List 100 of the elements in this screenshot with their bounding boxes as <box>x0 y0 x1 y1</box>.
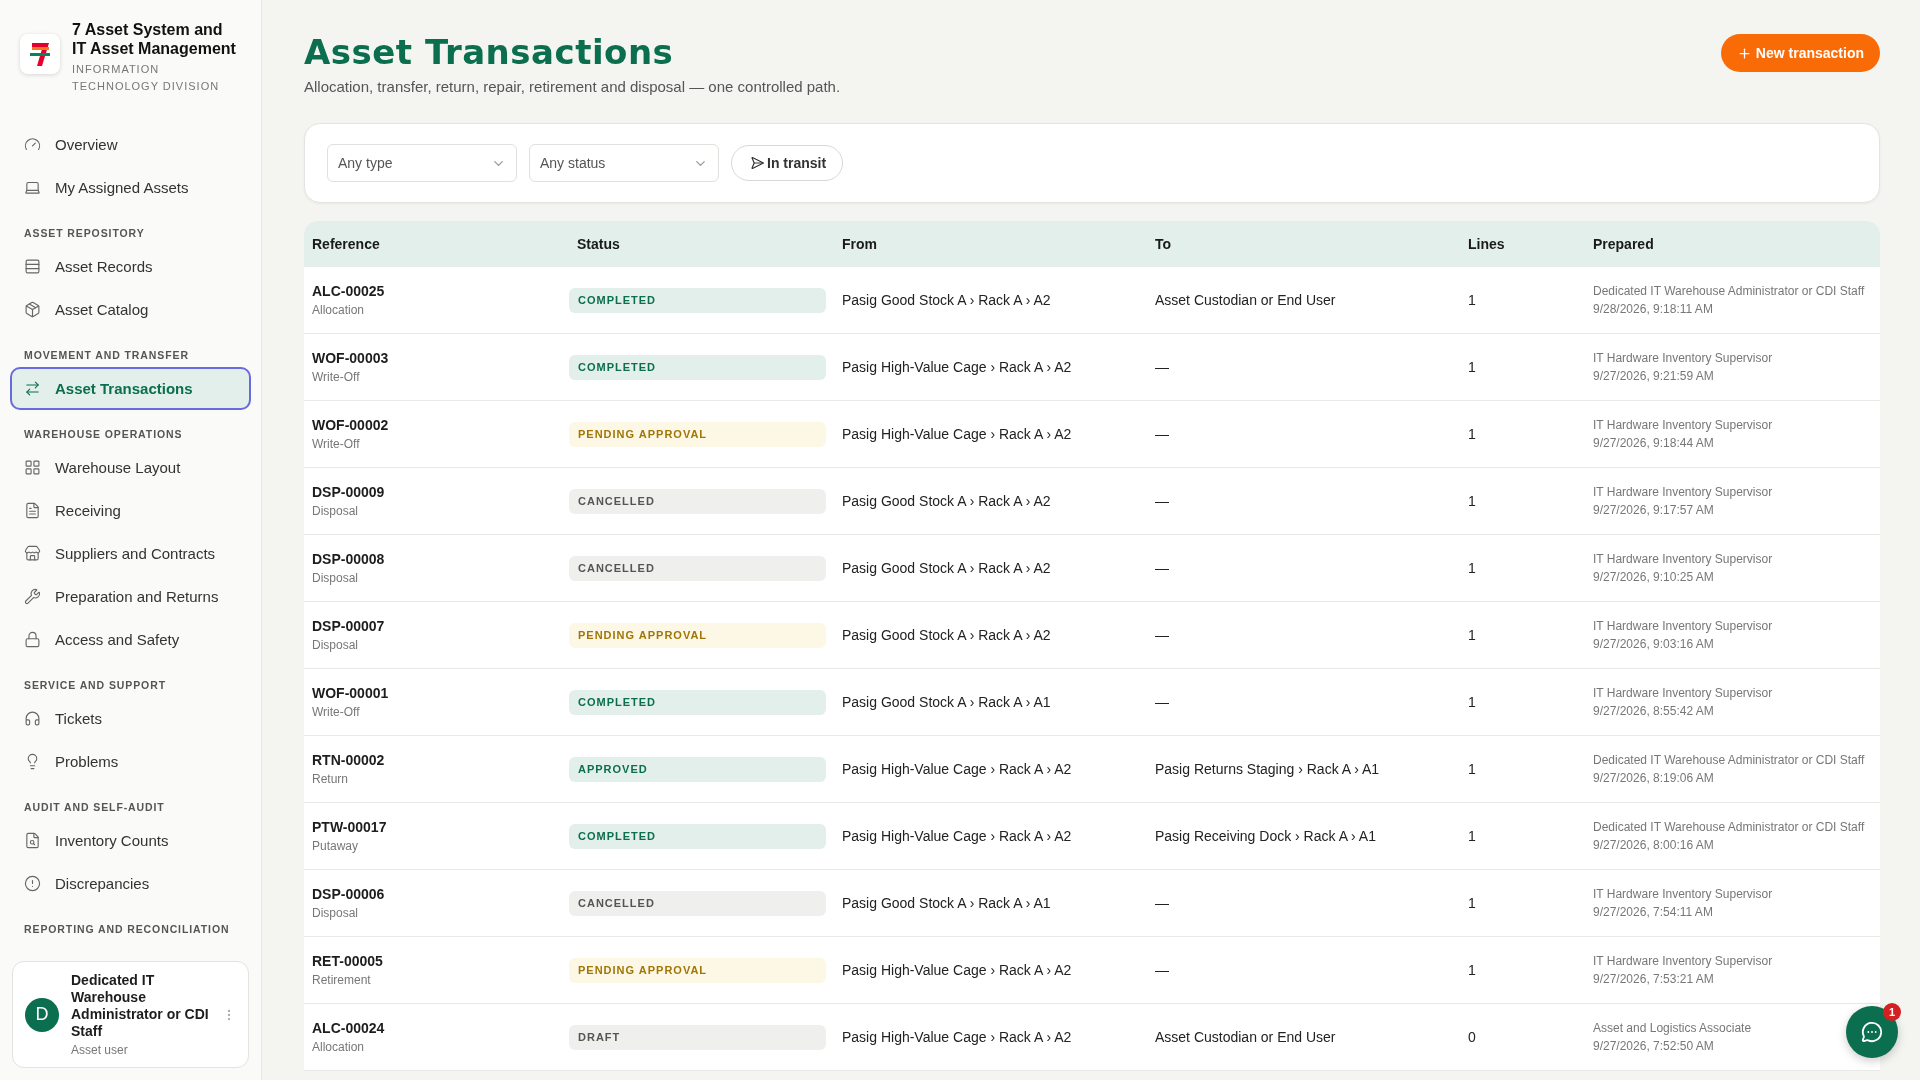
nav-item[interactable]: My Assigned Assets <box>10 166 251 209</box>
column-header: Reference <box>311 236 381 252</box>
type-text: Write-Off <box>312 370 361 384</box>
wrench-icon <box>24 588 41 605</box>
nav-item[interactable]: Suppliers and Contracts <box>10 532 251 575</box>
prepared-by-text: IT Hardware Inventory Supervisor <box>1593 686 1774 700</box>
type-select[interactable]: Any type <box>327 144 517 182</box>
status-badge: COMPLETED <box>569 823 826 849</box>
from-cell-text: Pasig High-Value Cage › Rack A › A2 <box>841 962 1073 978</box>
column-header: To <box>1154 236 1173 252</box>
to-cell-text: Pasig Returns Staging › Rack A › A1 <box>1154 761 1381 777</box>
prepared-by-text: IT Hardware Inventory Supervisor <box>1593 485 1774 499</box>
status-badge: CANCELLED <box>569 555 826 581</box>
prepared-at-text: 9/27/2026, 7:52:50 AM <box>1593 1039 1715 1053</box>
nav-item[interactable]: Asset Catalog <box>10 288 251 331</box>
from-cell-text: Pasig High-Value Cage › Rack A › A2 <box>841 359 1073 375</box>
prepared-at-text: 9/27/2026, 8:00:16 AM <box>1593 838 1715 852</box>
type-text: Disposal <box>312 638 360 652</box>
section-heading: REPORTING AND RECONCILIATION <box>23 922 231 937</box>
document-search-icon <box>24 832 41 849</box>
nav-item[interactable]: Preparation and Returns <box>10 575 251 618</box>
grid-icon <box>24 459 41 476</box>
from-cell-text: Pasig Good Stock A › Rack A › A2 <box>841 627 1052 643</box>
nav-item[interactable]: Warehouse Layout <box>10 446 251 489</box>
reference-text[interactable]: ALC-00025 <box>312 283 561 299</box>
nav-item[interactable]: Discrepancies <box>10 862 251 905</box>
prepared-by-text: IT Hardware Inventory Supervisor <box>1593 954 1774 968</box>
reference-text[interactable]: PTW-00017 <box>312 819 561 835</box>
nav-item[interactable]: Receiving <box>10 489 251 532</box>
reference-text[interactable]: DSP-00006 <box>312 886 561 902</box>
chat-button[interactable]: 1 <box>1846 1006 1898 1058</box>
column-header: Prepared <box>1592 236 1655 252</box>
status-badge: PENDING APPROVAL <box>569 957 826 983</box>
reference-text[interactable]: DSP-00007 <box>312 618 561 634</box>
from-cell-text: Pasig High-Value Cage › Rack A › A2 <box>841 761 1073 777</box>
column-header: Lines <box>1467 236 1506 252</box>
page-subtitle: Allocation, transfer, return, repair, retirement and disposal — one controlled path. <box>304 78 841 95</box>
to-cell-text: — <box>1154 426 1170 442</box>
prepared-by-text: IT Hardware Inventory Supervisor <box>1593 887 1774 901</box>
user-avatar: D <box>25 997 59 1032</box>
status-badge: COMPLETED <box>569 287 826 313</box>
prepared-at-text: 9/27/2026, 9:17:57 AM <box>1593 503 1715 517</box>
user-role: Asset user <box>71 1043 129 1057</box>
nav-item[interactable]: Inventory Counts <box>10 819 251 862</box>
logo-icon <box>20 34 60 74</box>
from-cell-text: Pasig Good Stock A › Rack A › A1 <box>841 895 1052 911</box>
nav-item[interactable]: Access and Safety <box>10 618 251 661</box>
reference-text[interactable]: ALC-00024 <box>312 1020 561 1036</box>
prepared-at-text: 9/27/2026, 9:18:44 AM <box>1593 436 1715 450</box>
reference-text[interactable]: WOF-00002 <box>312 417 561 433</box>
prepared-by-text: IT Hardware Inventory Supervisor <box>1593 552 1774 566</box>
nav-item[interactable]: Tickets <box>10 697 251 740</box>
user-card[interactable]: D Dedicated IT Warehouse Administrator or CDI Staff Asset user <box>12 961 249 1068</box>
type-text: Putaway <box>312 839 360 853</box>
reference-text[interactable]: DSP-00009 <box>312 484 561 500</box>
reference-text[interactable]: RTN-00002 <box>312 752 561 768</box>
type-text: Allocation <box>312 303 366 317</box>
boxes-icon <box>24 301 41 318</box>
nav-item[interactable]: Asset Records <box>10 245 251 288</box>
lines-cell-text: 1 <box>1467 828 1477 844</box>
section-heading: WAREHOUSE OPERATIONS <box>23 427 184 442</box>
status-select[interactable]: Any status <box>529 144 719 182</box>
nav-item[interactable]: Overview <box>10 123 251 166</box>
lines-cell-text: 1 <box>1467 359 1477 375</box>
lines-cell-text: 0 <box>1467 1029 1477 1045</box>
type-text: Allocation <box>312 1040 366 1054</box>
from-cell-text: Pasig Good Stock A › Rack A › A2 <box>841 292 1052 308</box>
type-text: Disposal <box>312 906 360 920</box>
section-heading: AUDIT AND SELF-AUDIT <box>23 800 166 815</box>
status-badge: COMPLETED <box>569 689 826 715</box>
from-cell-text: Pasig High-Value Cage › Rack A › A2 <box>841 828 1073 844</box>
prepared-by-text: Asset and Logistics Associate <box>1593 1021 1753 1035</box>
lines-cell-text: 1 <box>1467 694 1477 710</box>
prepared-at-text: 9/27/2026, 9:10:25 AM <box>1593 570 1715 584</box>
nav-item[interactable]: Asset Transactions <box>10 367 251 410</box>
reference-text[interactable]: DSP-00008 <box>312 551 561 567</box>
list-icon <box>24 258 41 275</box>
in-transit-button[interactable]: In transit <box>731 145 844 181</box>
app-title: 7 Asset System and IT Asset Management <box>72 20 237 58</box>
to-cell-text: — <box>1154 962 1170 978</box>
alert-icon <box>24 875 41 892</box>
type-text: Return <box>312 772 350 786</box>
nav-item[interactable]: Problems <box>10 740 251 783</box>
lines-cell-text: 1 <box>1467 962 1477 978</box>
from-cell-text: Pasig Good Stock A › Rack A › A2 <box>841 560 1052 576</box>
page-title: Asset Transactions <box>304 32 675 72</box>
gauge-icon <box>24 136 41 153</box>
lock-icon <box>24 631 41 648</box>
status-badge: PENDING APPROVAL <box>569 421 826 447</box>
user-name: Dedicated IT Warehouse Administrator or CDI Staff <box>71 972 210 1040</box>
type-text: Retirement <box>312 973 372 987</box>
status-badge: PENDING APPROVAL <box>569 622 826 648</box>
type-text: Disposal <box>312 504 360 518</box>
to-cell-text: — <box>1154 493 1170 509</box>
reference-text[interactable]: WOF-00001 <box>312 685 561 701</box>
reference-text[interactable]: RET-00005 <box>312 953 561 969</box>
prepared-at-text: 9/28/2026, 9:18:11 AM <box>1593 302 1714 316</box>
column-header: From <box>841 236 878 252</box>
reference-text[interactable]: WOF-00003 <box>312 350 561 366</box>
chat-icon <box>1861 1021 1883 1043</box>
